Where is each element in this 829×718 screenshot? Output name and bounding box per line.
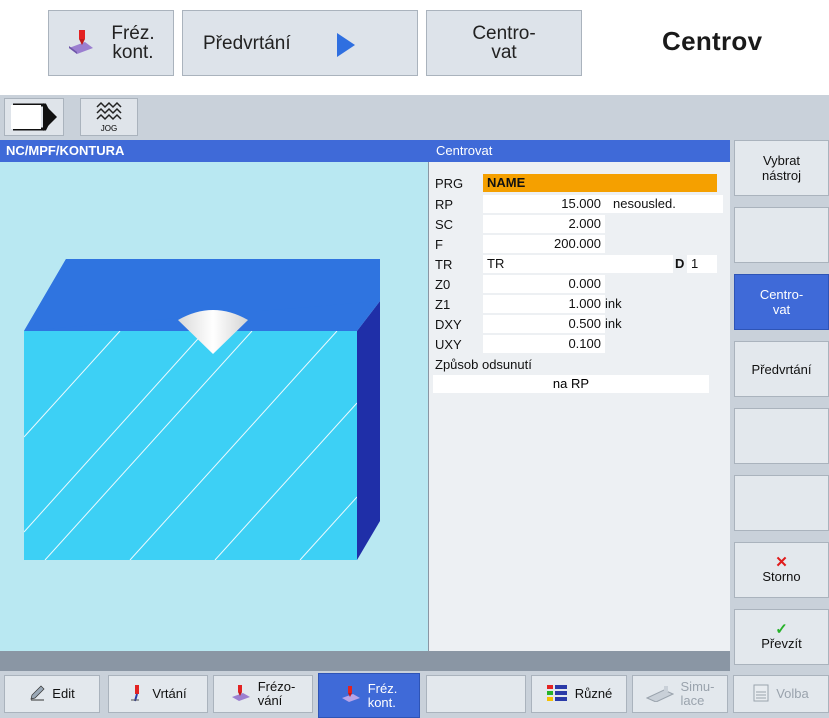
parameter-panel: PRG NAME RP 15.000 nesousled. SC 2.000 F… xyxy=(428,162,730,651)
param-row-sc: SC 2.000 xyxy=(429,215,731,234)
param-row-dxy: DXY 0.500 ink xyxy=(429,315,731,334)
hsk-edit[interactable]: Edit xyxy=(4,675,100,713)
hsk-frezovani-line1: Frézo- xyxy=(257,679,296,694)
hsk-vrtani[interactable]: Vrtání xyxy=(108,675,208,713)
breadcrumb-fréz-kont-line2: kont. xyxy=(112,42,154,63)
d-field[interactable]: 1 xyxy=(687,255,717,273)
param-row-uxy: UXY 0.100 xyxy=(429,335,731,354)
breadcrumb-centrovat[interactable]: Centro- vat xyxy=(426,10,582,76)
page-title: Centrov xyxy=(662,26,763,56)
dxy-field[interactable]: 0.500 xyxy=(483,315,605,333)
vsk-prevzit[interactable]: ✓ Převzít xyxy=(734,609,829,665)
param-label-tr: TR xyxy=(435,257,453,272)
hsk-simulace-line2: lace xyxy=(680,693,705,708)
vsk-6[interactable] xyxy=(734,475,829,531)
param-row-rp: RP 15.000 nesousled. xyxy=(429,195,731,214)
retract-mode-field[interactable]: na RP xyxy=(433,375,709,393)
hsk-ruzne-label: Různé xyxy=(574,686,613,701)
vsk-prevzit-label: Převzít xyxy=(761,635,802,651)
milling-icon xyxy=(231,684,251,705)
param-label-uxy: UXY xyxy=(435,337,462,352)
param-label-f: F xyxy=(435,237,443,252)
breadcrumb-fréz-kont-line1: Fréz. xyxy=(111,23,155,44)
hsk-frez-kont-line2: kont. xyxy=(367,694,396,710)
param-row-prg: PRG NAME xyxy=(429,174,731,193)
program-path: NC/MPF/KONTURA xyxy=(0,140,428,162)
misc-grid-icon xyxy=(546,684,568,705)
param-label-prg: PRG xyxy=(435,176,464,191)
hsk-frez-kont-line1: Fréz. xyxy=(367,680,398,696)
hsk-ruzne[interactable]: Různé xyxy=(531,675,627,713)
contour-milling-icon xyxy=(341,685,361,706)
breadcrumb-predvrtani[interactable]: Předvrtání xyxy=(182,10,418,76)
dxy-unit[interactable]: ink xyxy=(605,315,622,333)
hsk-frez-kont[interactable]: Fréz. kont. xyxy=(318,673,420,718)
pencil-icon xyxy=(29,685,45,704)
channel-icon[interactable] xyxy=(4,98,64,136)
vsk-5[interactable] xyxy=(734,408,829,464)
z1-unit[interactable]: ink xyxy=(605,295,622,313)
nc-select-icon xyxy=(753,684,769,705)
jog-mode-icon[interactable]: JOG xyxy=(80,98,138,136)
breadcrumb-predvrtani-label: Předvrtání xyxy=(203,32,291,54)
vsk-storno[interactable]: ✕ Storno xyxy=(734,542,829,598)
dialog-title: Centrovat xyxy=(428,140,730,162)
drill-icon xyxy=(129,684,145,705)
param-label-z0: Z0 xyxy=(435,277,451,292)
uxy-field[interactable]: 0.100 xyxy=(483,335,605,353)
vsk-predvrtani-label: Předvrtání xyxy=(751,361,812,377)
param-row-retract: Způsob odsunutí xyxy=(429,355,731,374)
param-row-tr: TR TR D 1 xyxy=(429,255,731,274)
rp-field[interactable]: 15.000 xyxy=(483,195,605,213)
hsk-volba-label: Volba xyxy=(776,686,809,701)
vsk-centrovat-line2: vat xyxy=(772,302,791,317)
vsk-select-tool[interactable]: Vybrat nástroj xyxy=(734,140,829,196)
hsk-5[interactable] xyxy=(426,675,526,713)
graphic-area xyxy=(0,162,428,651)
workpiece-graphic xyxy=(24,259,380,560)
breadcrumb-arrow-icon xyxy=(337,33,355,57)
param-row-z0: Z0 0.000 xyxy=(429,275,731,294)
hmi-screen: JOG NC/MPF/KONTURA Centrovat PRG NAME RP… xyxy=(0,95,829,718)
accept-check-icon: ✓ xyxy=(775,620,788,638)
hsk-frezovani-line2: vání xyxy=(257,693,283,708)
contour-milling-icon xyxy=(67,28,95,58)
simulation-icon xyxy=(645,684,674,705)
vsk-storno-label: Storno xyxy=(762,568,801,584)
vsk-centrovat-line1: Centro- xyxy=(759,287,804,302)
param-row-z1: Z1 1.000 ink xyxy=(429,295,731,314)
param-label-sc: SC xyxy=(435,217,454,232)
d-label: D xyxy=(675,256,685,271)
z1-field[interactable]: 1.000 xyxy=(483,295,605,313)
vsk-select-tool-line2: nástroj xyxy=(761,168,802,183)
param-label-rp: RP xyxy=(435,197,454,212)
tool-field[interactable]: TR xyxy=(483,255,673,273)
program-name-field[interactable]: NAME xyxy=(483,174,717,192)
hsk-frezovani[interactable]: Frézo- vání xyxy=(213,675,313,713)
vsk-select-tool-line1: Vybrat xyxy=(762,153,801,168)
vsk-predvrtani[interactable]: Předvrtání xyxy=(734,341,829,397)
sc-field[interactable]: 2.000 xyxy=(483,215,605,233)
param-label-retract: Způsob odsunutí xyxy=(435,357,532,372)
z0-field[interactable]: 0.000 xyxy=(483,275,605,293)
breadcrumb-centrovat-line2: vat xyxy=(491,42,517,63)
vsk-centrovat[interactable]: Centro- vat xyxy=(734,274,829,330)
rp-mode-field[interactable]: nesousled. xyxy=(603,195,723,213)
status-strip xyxy=(0,651,730,671)
cancel-x-icon: ✕ xyxy=(775,553,788,571)
hsk-volba[interactable]: Volba xyxy=(733,675,829,713)
f-field[interactable]: 200.000 xyxy=(483,235,605,253)
param-label-z1: Z1 xyxy=(435,297,451,312)
breadcrumb-centrovat-line1: Centro- xyxy=(472,23,536,44)
param-row-f: F 200.000 xyxy=(429,235,731,254)
param-label-dxy: DXY xyxy=(435,317,462,332)
vsk-2[interactable] xyxy=(734,207,829,263)
hsk-edit-label: Edit xyxy=(52,686,75,701)
hsk-vrtani-label: Vrtání xyxy=(152,686,187,701)
hsk-simulace-line1: Simu- xyxy=(680,679,715,694)
breadcrumb-fréz-kont[interactable]: Fréz. kont. xyxy=(48,10,174,76)
hsk-simulace[interactable]: Simu- lace xyxy=(632,675,728,713)
jog-label: JOG xyxy=(100,124,118,133)
